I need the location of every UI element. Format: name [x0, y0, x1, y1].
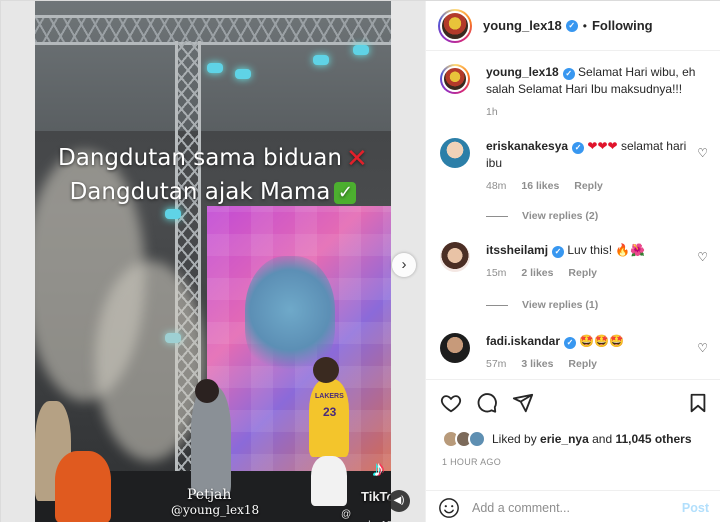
caption-row: young_lex18 ✓ Selamat Hari wibu, eh salah… [440, 64, 710, 124]
comment-username[interactable]: eriskanakesya [486, 139, 568, 153]
avatar[interactable] [440, 242, 470, 272]
divider [486, 215, 508, 217]
comment-row: eriskanakesya ✓ ❤❤❤ selamat hari ibu 48m … [440, 138, 710, 198]
avatar[interactable] [438, 8, 472, 43]
liked-by-and: and [592, 432, 613, 446]
comment-body: fadi.iskandar ✓ 🤩🤩🤩 57m 3 likes Reply [486, 333, 696, 373]
comment-row: itssheilamj ✓ Luv this! 🔥🌺 15m 2 likes Re… [440, 242, 710, 282]
post-details-panel: young_lex18 ✓ • Following young_lex18 ✓ S… [425, 1, 720, 522]
smoke [95, 261, 205, 461]
comment-likes[interactable]: 16 likes [521, 180, 559, 192]
jersey-number: 23 [323, 405, 337, 419]
stage-truss [35, 15, 391, 45]
overlay-text: Dangdutan sama biduan [58, 145, 342, 171]
comment-likes[interactable]: 2 likes [521, 267, 553, 279]
comment-time: 57m [486, 358, 507, 370]
verified-badge-icon: ✓ [564, 337, 577, 349]
tiktok-label: TikTok [361, 489, 391, 504]
comment-meta: 15m 2 likes Reply [486, 265, 696, 282]
comment-body: eriskanakesya ✓ ❤❤❤ selamat hari ibu 48m … [486, 138, 696, 195]
tiktok-logo-icon: ♪ [373, 456, 384, 481]
like-comment-heart-icon[interactable]: ♡ [697, 341, 708, 355]
performer-head [195, 379, 219, 403]
avatar[interactable] [440, 333, 470, 363]
following-button[interactable]: Following [592, 18, 653, 33]
tiktok-handle: @ younglex18 [341, 509, 391, 522]
reply-button[interactable]: Reply [574, 180, 603, 192]
comment-meta: 48m 16 likes Reply [486, 178, 696, 195]
post-timestamp[interactable]: 1 HOUR AGO [442, 457, 501, 467]
view-replies-button[interactable]: View replies (2) [486, 210, 598, 222]
green-check-icon: ✓ [334, 181, 357, 204]
singer-pants [311, 456, 347, 506]
comment-text: Luv this! 🔥🌺 [567, 243, 646, 257]
caption-time: 1h [486, 106, 498, 118]
mute-button[interactable]: ◀) [388, 490, 410, 512]
like-comment-heart-icon[interactable]: ♡ [697, 146, 708, 160]
caption-body: young_lex18 ✓ Selamat Hari wibu, eh salah… [486, 64, 696, 121]
post-header: young_lex18 ✓ • Following [426, 1, 720, 51]
red-x-icon: ✕ [346, 143, 368, 174]
comment-body: itssheilamj ✓ Luv this! 🔥🌺 15m 2 likes Re… [486, 242, 696, 282]
comment-composer: Post [426, 490, 720, 522]
caption-meta: 1h [486, 104, 696, 121]
post-comment-button[interactable]: Post [682, 501, 709, 515]
comment-text: 🤩🤩🤩 [579, 334, 625, 348]
singer-head [313, 357, 339, 383]
separator: • [582, 18, 587, 33]
chevron-right-icon: › [401, 256, 407, 273]
comment-time: 48m [486, 180, 507, 192]
watermark-text: Petjah [187, 487, 232, 503]
post-actions: Liked by erie_nya and 11,045 others 1 HO… [426, 379, 720, 522]
likes-summary[interactable]: Liked by erie_nya and 11,045 others [442, 430, 692, 448]
comment-meta: 57m 3 likes Reply [486, 356, 696, 373]
verified-badge-icon: ✓ [572, 142, 585, 154]
video-player[interactable]: LAKERS 23 Dangdutan sama biduan ✕ Dangdut… [35, 1, 391, 522]
post-dialog: LAKERS 23 Dangdutan sama biduan ✕ Dangdut… [0, 0, 720, 522]
heart-emoji: ❤❤❤ [587, 139, 618, 153]
heart-icon[interactable] [440, 392, 462, 414]
crowd-member [55, 451, 111, 522]
next-media-button[interactable]: › [392, 253, 416, 277]
reply-button[interactable]: Reply [568, 267, 597, 279]
performer [191, 386, 231, 496]
comment-input[interactable] [472, 500, 682, 515]
like-comment-heart-icon[interactable]: ♡ [697, 250, 708, 264]
liker-avatars [442, 430, 486, 448]
avatar [468, 430, 486, 448]
jersey-text: LAKERS [315, 393, 344, 400]
liked-by-count[interactable]: 11,045 others [615, 432, 691, 446]
reply-button[interactable]: Reply [568, 358, 597, 370]
divider [486, 304, 508, 306]
comment-likes[interactable]: 3 likes [521, 358, 553, 370]
verified-badge-icon: ✓ [552, 246, 565, 258]
speaker-icon: ◀) [393, 495, 405, 506]
verified-badge-icon: ✓ [565, 19, 578, 32]
comment-time: 15m [486, 267, 507, 279]
video-overlay-line1: Dangdutan sama biduan ✕ [35, 143, 391, 174]
comment-row: fadi.iskandar ✓ 🤩🤩🤩 57m 3 likes Reply ♡ [440, 333, 710, 373]
view-replies-label: View replies (1) [522, 299, 599, 311]
share-icon[interactable] [512, 392, 534, 414]
caption-username[interactable]: young_lex18 [486, 65, 559, 79]
liked-by-prefix: Liked by [492, 432, 537, 446]
video-overlay-line2: Dangdutan ajak Mama ✓ [35, 179, 391, 205]
header-username[interactable]: young_lex18 [483, 18, 562, 33]
media-area: LAKERS 23 Dangdutan sama biduan ✕ Dangdut… [1, 1, 425, 522]
overlay-text: Dangdutan ajak Mama [69, 179, 331, 205]
action-icons [440, 392, 534, 414]
comment-username[interactable]: fadi.iskandar [486, 334, 560, 348]
avatar[interactable] [440, 138, 470, 168]
verified-badge-icon: ✓ [562, 68, 575, 80]
watermark-handle: @young_lex18 [171, 503, 260, 517]
view-replies-button[interactable]: View replies (1) [486, 299, 598, 311]
avatar[interactable] [440, 64, 470, 94]
bookmark-icon[interactable] [687, 392, 709, 414]
liked-by-user[interactable]: erie_nya [540, 432, 589, 446]
comment-username[interactable]: itssheilamj [486, 243, 548, 257]
comments-list[interactable]: young_lex18 ✓ Selamat Hari wibu, eh salah… [426, 52, 720, 378]
emoji-icon[interactable] [438, 497, 460, 519]
comment-icon[interactable] [476, 392, 498, 414]
view-replies-label: View replies (2) [522, 210, 599, 222]
